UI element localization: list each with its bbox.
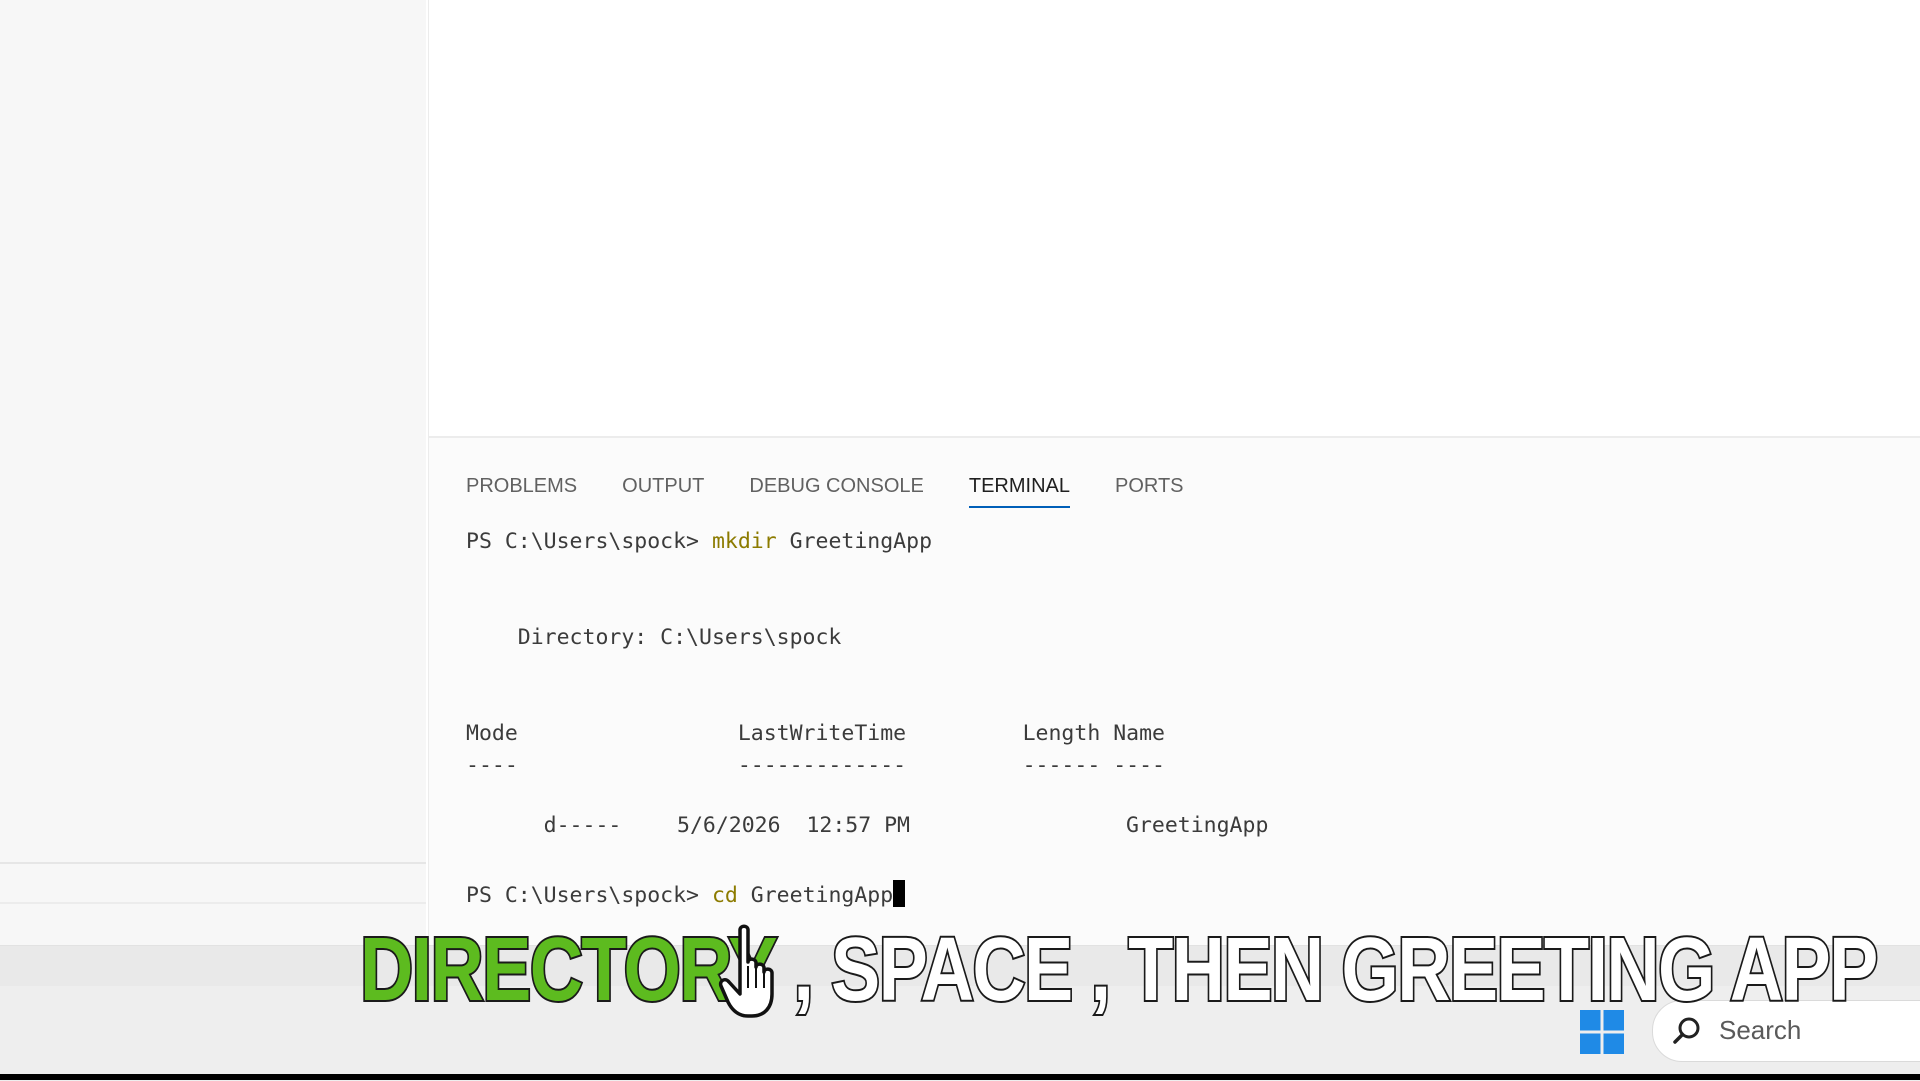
terminal-line-mkdir: PS C:\Users\spock> mkdir GreetingApp xyxy=(466,528,932,556)
editor-area[interactable] xyxy=(428,0,1920,438)
row-mode: d----- xyxy=(543,813,622,838)
caption-highlight: DIRECTORY xyxy=(358,918,777,1022)
text-cursor xyxy=(893,880,906,907)
command-name: mkdir xyxy=(711,529,777,554)
row-lastwritetime: 5/6/2026 12:57 PM xyxy=(677,813,910,838)
prompt: PS C:\Users\spock> xyxy=(466,529,712,554)
terminal-line-row: d----- 5/6/2026 12:57 PM GreetingApp xyxy=(466,784,1269,838)
sidebar-divider xyxy=(0,862,426,864)
panel-tabs: PROBLEMS OUTPUT DEBUG CONSOLE TERMINAL P… xyxy=(466,466,1184,508)
terminal-line-cd[interactable]: PS C:\Users\spock> cd GreetingApp xyxy=(466,880,906,908)
video-caption: DIRECTORY , SPACE , THEN GREETING APP xyxy=(358,918,1880,1022)
tab-output[interactable]: OUTPUT xyxy=(622,466,704,506)
terminal-line-header: Mode LastWriteTime Length Name xyxy=(466,721,1165,746)
hand-pointer-icon xyxy=(718,924,774,1018)
tab-ports[interactable]: PORTS xyxy=(1115,466,1184,506)
bottom-edge xyxy=(0,1074,1920,1080)
prompt: PS C:\Users\spock> xyxy=(466,883,712,908)
caption-text: , SPACE , THEN GREETING APP xyxy=(774,918,1880,1022)
tab-problems[interactable]: PROBLEMS xyxy=(466,466,577,506)
sidebar-divider xyxy=(0,902,426,904)
command-argument: GreetingApp xyxy=(776,529,933,554)
terminal-line-directory: Directory: C:\Users\spock xyxy=(466,625,842,650)
tab-terminal[interactable]: TERMINAL xyxy=(968,466,1070,508)
explorer-sidebar xyxy=(0,0,426,945)
tab-debug-console[interactable]: DEBUG CONSOLE xyxy=(749,466,923,506)
row-name: GreetingApp xyxy=(1126,813,1269,838)
bottom-panel: PROBLEMS OUTPUT DEBUG CONSOLE TERMINAL P… xyxy=(428,438,1920,945)
command-argument: GreetingApp xyxy=(737,883,894,908)
command-name: cd xyxy=(711,883,738,908)
terminal-line-separator: ---- ------------- ------ ---- xyxy=(466,753,1165,778)
